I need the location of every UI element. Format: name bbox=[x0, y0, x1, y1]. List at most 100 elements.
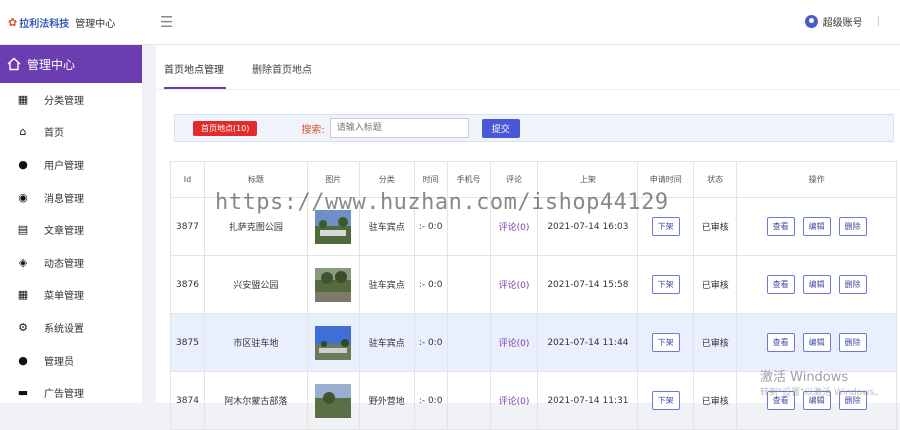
column-header[interactable]: 标题 bbox=[203, 161, 308, 198]
grid-icon: ▦ bbox=[17, 288, 29, 302]
cell-apply: 下架 bbox=[637, 255, 695, 314]
user-menu[interactable]: 超级账号 | bbox=[804, 14, 880, 29]
sidebar-item-articles[interactable]: ▤ 文章管理 bbox=[0, 213, 142, 246]
location-thumbnail[interactable] bbox=[315, 209, 352, 244]
column-header[interactable]: 图片 bbox=[306, 161, 360, 198]
search-label: 搜索: bbox=[301, 124, 325, 136]
sidebar-header[interactable]: 管理中心 bbox=[0, 45, 142, 83]
search-input[interactable] bbox=[329, 118, 469, 138]
view-button[interactable]: 查看 bbox=[766, 275, 795, 294]
cell-title: 市区驻车地 bbox=[203, 313, 308, 372]
cell-id: 3876 bbox=[170, 255, 205, 314]
sidebar-item-ads[interactable]: ▬ 广告管理 bbox=[0, 376, 142, 409]
column-header[interactable]: 分类 bbox=[358, 161, 415, 198]
sidebar-item-label: 用户管理 bbox=[44, 160, 84, 172]
unlist-button[interactable]: 下架 bbox=[651, 275, 680, 294]
comment-link[interactable]: 评论(0) bbox=[499, 281, 530, 291]
cell-status: 已审核 bbox=[693, 255, 738, 314]
cell-phone bbox=[446, 255, 491, 314]
cell-time: :- 0:0 bbox=[413, 255, 448, 314]
cell-listed: 2021-07-14 16:03 bbox=[537, 197, 639, 256]
submit-button[interactable]: 提交 bbox=[481, 118, 520, 138]
sidebar-item-users[interactable]: ● 用户管理 bbox=[0, 148, 142, 181]
cell-status: 已审核 bbox=[693, 313, 738, 372]
cell-listed: 2021-07-14 15:58 bbox=[537, 255, 639, 314]
sidebar-item-admins[interactable]: ● 管理员 bbox=[0, 344, 142, 377]
sidebar-title: 管理中心 bbox=[27, 57, 76, 72]
cell-image bbox=[306, 255, 360, 314]
comment-link[interactable]: 评论(0) bbox=[499, 339, 530, 349]
cell-time: :- 0:0 bbox=[413, 313, 448, 372]
column-header[interactable]: Id bbox=[170, 161, 205, 198]
cell-category: 驻车宾点 bbox=[358, 313, 415, 372]
user-icon: ● bbox=[18, 157, 28, 171]
sidebar-item-label: 首页 bbox=[44, 128, 64, 140]
windows-activation-title: 激活 Windows bbox=[760, 370, 849, 385]
delete-button[interactable]: 删除 bbox=[838, 333, 867, 352]
header-separator: | bbox=[876, 16, 880, 27]
cell-comment: 评论(0) bbox=[489, 313, 539, 372]
tab-home-locations[interactable]: 首页地点管理 bbox=[164, 61, 226, 89]
table-row: 3877 扎萨克图公园 驻车宾点 :- 0:0 评论(0) 2021-07-14… bbox=[170, 197, 897, 256]
column-header[interactable]: 时间 bbox=[413, 161, 448, 198]
delete-button[interactable]: 删除 bbox=[838, 217, 867, 236]
edit-button[interactable]: 编辑 bbox=[802, 333, 831, 352]
cell-time: :- 0:0 bbox=[413, 197, 448, 256]
column-header[interactable]: 申请时间 bbox=[637, 161, 695, 198]
view-button[interactable]: 查看 bbox=[766, 217, 795, 236]
comment-link[interactable]: 评论(0) bbox=[499, 223, 530, 233]
edit-button[interactable]: 编辑 bbox=[802, 217, 831, 236]
cell-comment: 评论(0) bbox=[489, 371, 539, 430]
sidebar-item-label: 广告管理 bbox=[44, 389, 84, 401]
delete-button[interactable]: 删除 bbox=[838, 275, 867, 294]
cell-category: 驻车宾点 bbox=[358, 197, 415, 256]
sidebar-item-settings[interactable]: ⚙ 系统设置 bbox=[0, 311, 142, 344]
column-header[interactable]: 评论 bbox=[489, 161, 539, 198]
search-bar: 首页地点(10) 搜索: 提交 bbox=[174, 114, 894, 142]
column-header[interactable]: 状态 bbox=[693, 161, 738, 198]
tab-delete-home-locations[interactable]: 删除首页地点 bbox=[252, 61, 312, 76]
cell-image bbox=[306, 197, 360, 256]
menu-toggle-icon[interactable]: ☰ bbox=[160, 13, 173, 31]
home-icon: ⌂ bbox=[19, 125, 27, 139]
table-row: 3876 兴安盟公园 驻车宾点 :- 0:0 评论(0) 2021-07-14 … bbox=[170, 255, 897, 314]
cell-status: 已审核 bbox=[693, 197, 738, 256]
cell-title: 阿木尔蒙古部落 bbox=[203, 371, 308, 430]
sidebar-item-label: 动态管理 bbox=[44, 258, 84, 270]
unlist-button[interactable]: 下架 bbox=[651, 217, 680, 236]
column-header[interactable]: 手机号 bbox=[446, 161, 491, 198]
cell-id: 3874 bbox=[170, 371, 205, 430]
view-button[interactable]: 查看 bbox=[766, 333, 795, 352]
cell-apply: 下架 bbox=[637, 371, 695, 430]
home-icon bbox=[7, 57, 21, 71]
windows-activation-subtitle: 转到"设置"以激活 Windows。 bbox=[760, 388, 884, 398]
location-thumbnail[interactable] bbox=[315, 325, 352, 360]
column-header[interactable]: 操作 bbox=[736, 161, 897, 198]
logo[interactable]: ✿ 拉利法科技 管理中心 bbox=[8, 14, 115, 30]
column-header[interactable]: 上架 bbox=[537, 161, 639, 198]
location-thumbnail[interactable] bbox=[315, 383, 352, 418]
document-icon: ▤ bbox=[17, 223, 29, 237]
sidebar-item-home[interactable]: ⌂ 首页 bbox=[0, 116, 142, 149]
location-thumbnail[interactable] bbox=[315, 267, 352, 302]
sidebar-item-category[interactable]: ▦ 分类管理 bbox=[0, 83, 142, 116]
cell-actions: 查看 编辑 删除 bbox=[736, 313, 897, 372]
cell-actions: 查看 编辑 删除 bbox=[736, 255, 897, 314]
edit-button[interactable]: 编辑 bbox=[802, 275, 831, 294]
cell-title: 扎萨克图公园 bbox=[203, 197, 308, 256]
sidebar-item-feeds[interactable]: ◈ 动态管理 bbox=[0, 246, 142, 279]
sidebar-item-label: 消息管理 bbox=[44, 193, 84, 205]
unlist-button[interactable]: 下架 bbox=[651, 391, 680, 410]
unlist-button[interactable]: 下架 bbox=[651, 333, 680, 352]
cell-image bbox=[306, 371, 360, 430]
table-row: 3875 市区驻车地 驻车宾点 :- 0:0 评论(0) 2021-07-14 … bbox=[170, 313, 897, 372]
sidebar-item-messages[interactable]: ◉ 消息管理 bbox=[0, 181, 142, 214]
top-bar: ✿ 拉利法科技 管理中心 ☰ 超级账号 | bbox=[0, 0, 900, 45]
logo-icon: ✿ bbox=[8, 15, 18, 29]
cell-phone bbox=[446, 371, 491, 430]
sidebar-item-label: 管理员 bbox=[44, 356, 74, 368]
sidebar-item-label: 文章管理 bbox=[44, 226, 84, 238]
comment-link[interactable]: 评论(0) bbox=[499, 397, 530, 407]
sidebar-item-menus[interactable]: ▦ 菜单管理 bbox=[0, 279, 142, 312]
cell-listed: 2021-07-14 11:31 bbox=[537, 371, 639, 430]
